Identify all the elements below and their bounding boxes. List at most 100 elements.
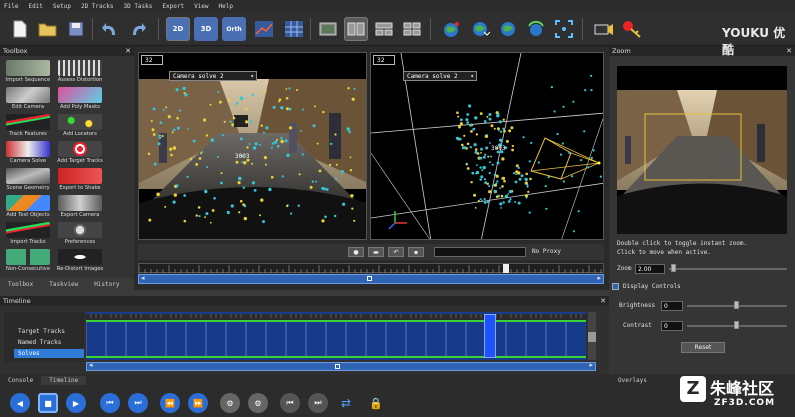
arrow-right-icon[interactable]: ▸ bbox=[597, 274, 601, 282]
zoom-preview[interactable] bbox=[617, 66, 787, 234]
tab-history[interactable]: History bbox=[86, 280, 127, 289]
grid-view-icon[interactable] bbox=[282, 17, 306, 41]
brightness-slider-thumb[interactable] bbox=[734, 301, 739, 309]
layout-three-icon[interactable] bbox=[372, 17, 396, 41]
menu-3d-tasks[interactable]: 3D Tasks bbox=[123, 3, 152, 10]
camera-select[interactable]: Camera solve 2 ▾ bbox=[403, 71, 477, 81]
key-icon[interactable] bbox=[620, 17, 644, 41]
tool-edit-camera[interactable]: Edit Camera bbox=[2, 87, 54, 113]
redo-icon[interactable] bbox=[126, 17, 150, 41]
last-frame-button[interactable]: ⏭ bbox=[308, 393, 328, 413]
layout-split-icon[interactable] bbox=[344, 17, 368, 41]
first-frame-button[interactable]: ⏮ bbox=[280, 393, 300, 413]
step-forward-button[interactable]: ⏭ bbox=[128, 393, 148, 413]
view-orth-button[interactable]: Orth bbox=[222, 17, 246, 41]
tool-redistort-images[interactable]: Re-Distort Images bbox=[54, 249, 106, 275]
sync-arrows-icon[interactable]: ⇄ bbox=[336, 393, 356, 413]
menu-edit[interactable]: Edit bbox=[28, 3, 42, 10]
current-frame-marker[interactable] bbox=[503, 264, 509, 273]
stop-button[interactable]: ■ bbox=[38, 393, 58, 413]
play-reverse-button[interactable]: ◀ bbox=[10, 393, 30, 413]
zoom-slider-thumb[interactable] bbox=[671, 264, 676, 272]
timeline-vscroll[interactable] bbox=[588, 312, 596, 360]
frame-select-icon[interactable] bbox=[552, 17, 576, 41]
tool-import-sequence[interactable]: Import Sequence bbox=[2, 60, 54, 86]
tool-non-consecutive[interactable]: Non-Consecutive bbox=[2, 249, 54, 275]
globe-down-icon[interactable] bbox=[468, 17, 492, 41]
frame-ruler[interactable] bbox=[138, 263, 604, 273]
menu-2d-tracks[interactable]: 2D Tracks bbox=[81, 3, 114, 10]
loop-icon[interactable]: ↶ bbox=[388, 247, 404, 257]
lock-icon[interactable]: 🔒 bbox=[366, 393, 386, 413]
menu-export[interactable]: Export bbox=[162, 3, 184, 10]
layout-single-icon[interactable] bbox=[316, 17, 340, 41]
view-3d-button[interactable]: 3D bbox=[194, 17, 218, 41]
camera-select[interactable]: Camera solve 2 ▾ bbox=[169, 71, 257, 81]
brightness-input[interactable]: 0 bbox=[661, 301, 683, 311]
arrow-left-icon[interactable]: ◂ bbox=[141, 274, 145, 282]
contrast-slider-thumb[interactable] bbox=[734, 321, 739, 329]
playhead[interactable] bbox=[484, 314, 496, 358]
proxy-field[interactable] bbox=[434, 247, 526, 257]
tool-export-camera[interactable]: Export Camera bbox=[54, 195, 106, 221]
settings-icon[interactable]: ▪ bbox=[408, 247, 424, 257]
scrollbar-thumb[interactable] bbox=[367, 276, 372, 281]
snapshot-icon[interactable]: ▬ bbox=[368, 247, 384, 257]
layout-quad-icon[interactable] bbox=[400, 17, 424, 41]
display-controls-toggle[interactable] bbox=[612, 283, 619, 290]
key-next-button[interactable]: ⚙ bbox=[248, 393, 268, 413]
undo-icon[interactable] bbox=[98, 17, 122, 41]
arrow-left-icon[interactable]: ◂ bbox=[89, 361, 93, 369]
tool-camera-solve[interactable]: Camera Solve bbox=[2, 141, 54, 167]
skip-forward-button[interactable]: ⏩ bbox=[188, 393, 208, 413]
tool-add-locators[interactable]: Add Locators bbox=[54, 114, 106, 140]
tab-overlays[interactable]: Overlays bbox=[610, 376, 655, 385]
globe-icon[interactable] bbox=[496, 17, 520, 41]
tool-add-test-objects[interactable]: Add Test Objects bbox=[2, 195, 54, 221]
new-file-icon[interactable] bbox=[8, 17, 32, 41]
graph-icon[interactable] bbox=[252, 17, 276, 41]
tool-preferences[interactable]: Preferences bbox=[54, 222, 106, 248]
tool-import-tracks[interactable]: Import Tracks bbox=[2, 222, 54, 248]
timeline-hscroll[interactable]: ◂ ▸ bbox=[86, 361, 596, 371]
tab-console[interactable]: Console bbox=[0, 376, 41, 385]
tool-scene-geometry[interactable]: Scene Geometry bbox=[2, 168, 54, 194]
record-icon[interactable]: ● bbox=[348, 247, 364, 257]
row-target-tracks[interactable]: Target Tracks bbox=[18, 328, 65, 335]
tab-toolbox[interactable]: Toolbox bbox=[0, 280, 41, 289]
vscroll-thumb[interactable] bbox=[588, 332, 596, 342]
tool-add-poly-masks[interactable]: Add Poly Masks bbox=[54, 87, 106, 113]
camera-viewport[interactable]: 32 Camera solve 2 ▾ 3003 bbox=[138, 52, 367, 240]
tool-export-to-shake[interactable]: Export to Shake bbox=[54, 168, 106, 194]
menu-help[interactable]: Help bbox=[219, 3, 233, 10]
save-icon[interactable] bbox=[64, 17, 88, 41]
zoom-slider-track[interactable] bbox=[669, 268, 787, 270]
close-icon[interactable]: ✕ bbox=[125, 46, 131, 56]
reset-button[interactable]: Reset bbox=[681, 342, 725, 353]
arrow-right-icon[interactable]: ▸ bbox=[589, 361, 593, 369]
frame-scrollbar[interactable]: ◂ ▸ bbox=[138, 274, 604, 284]
globe-pin-icon[interactable] bbox=[440, 17, 464, 41]
row-solves-selected[interactable]: Solves bbox=[14, 349, 84, 358]
tool-track-features[interactable]: Track Features bbox=[2, 114, 54, 140]
zoom-value-input[interactable]: 2.00 bbox=[635, 264, 665, 274]
contrast-input[interactable]: 0 bbox=[661, 321, 683, 331]
view-2d-button[interactable]: 2D bbox=[166, 17, 190, 41]
open-folder-icon[interactable] bbox=[36, 17, 60, 41]
3d-viewport[interactable]: 32 Camera solve 2 ▾ 3003 bbox=[370, 52, 604, 240]
menu-view[interactable]: View bbox=[194, 3, 208, 10]
hscroll-thumb[interactable] bbox=[335, 364, 340, 369]
menu-file[interactable]: File bbox=[4, 3, 18, 10]
skip-back-button[interactable]: ⏪ bbox=[160, 393, 180, 413]
rotate-globe-icon[interactable] bbox=[524, 17, 548, 41]
step-back-button[interactable]: ⏮ bbox=[100, 393, 120, 413]
timeline-tracks-area[interactable] bbox=[86, 312, 586, 360]
row-named-tracks[interactable]: Named Tracks bbox=[18, 339, 61, 346]
close-icon[interactable]: ✕ bbox=[600, 296, 606, 306]
tool-add-target-tracks[interactable]: Add Target Tracks bbox=[54, 141, 106, 167]
tab-taskview[interactable]: Taskview bbox=[41, 280, 86, 289]
key-prev-button[interactable]: ⚙ bbox=[220, 393, 240, 413]
render-camera-icon[interactable] bbox=[592, 17, 616, 41]
tab-timeline[interactable]: Timeline bbox=[41, 376, 87, 385]
tool-assess-distortion[interactable]: Assess Distortion bbox=[54, 60, 106, 86]
